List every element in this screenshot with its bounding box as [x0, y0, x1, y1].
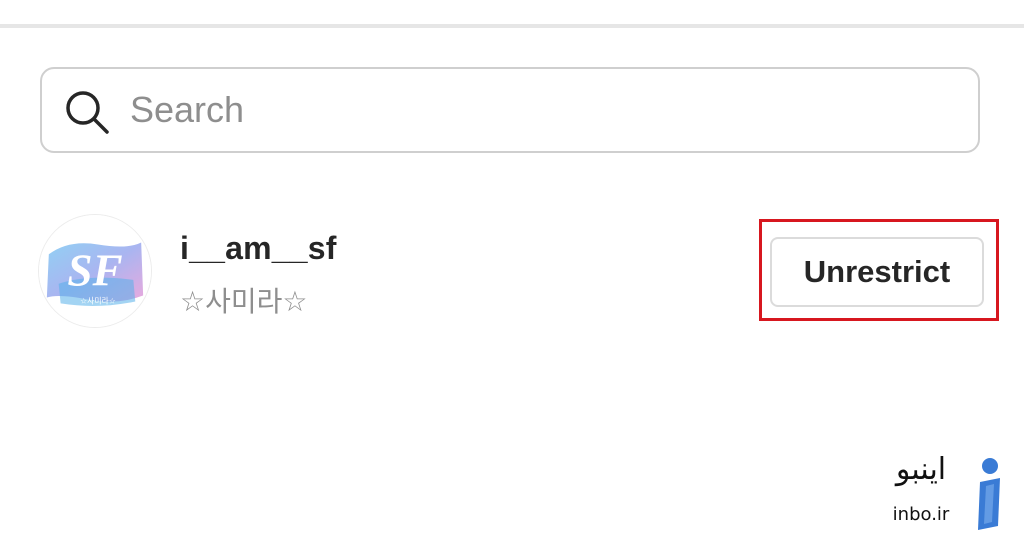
username: i__am__sf [180, 230, 337, 266]
search-bar[interactable] [40, 67, 980, 153]
watermark-domain: inbo.ir [892, 504, 950, 525]
watermark-logo-icon [978, 458, 1000, 530]
avatar-text: SF [67, 246, 122, 296]
watermark-text: اینبو [895, 452, 947, 487]
top-divider [0, 24, 1024, 28]
watermark: اینبو inbo.ir [872, 452, 1012, 534]
avatar-image: SF ☆사미라☆ [39, 215, 151, 327]
full-name: ☆사미라☆ [180, 285, 308, 318]
avatar-caption: ☆사미라☆ [80, 296, 116, 305]
search-icon [66, 91, 109, 134]
unrestrict-button[interactable]: Unrestrict [770, 237, 984, 307]
avatar[interactable]: SF ☆사미라☆ [38, 214, 152, 328]
search-input[interactable] [130, 79, 950, 141]
